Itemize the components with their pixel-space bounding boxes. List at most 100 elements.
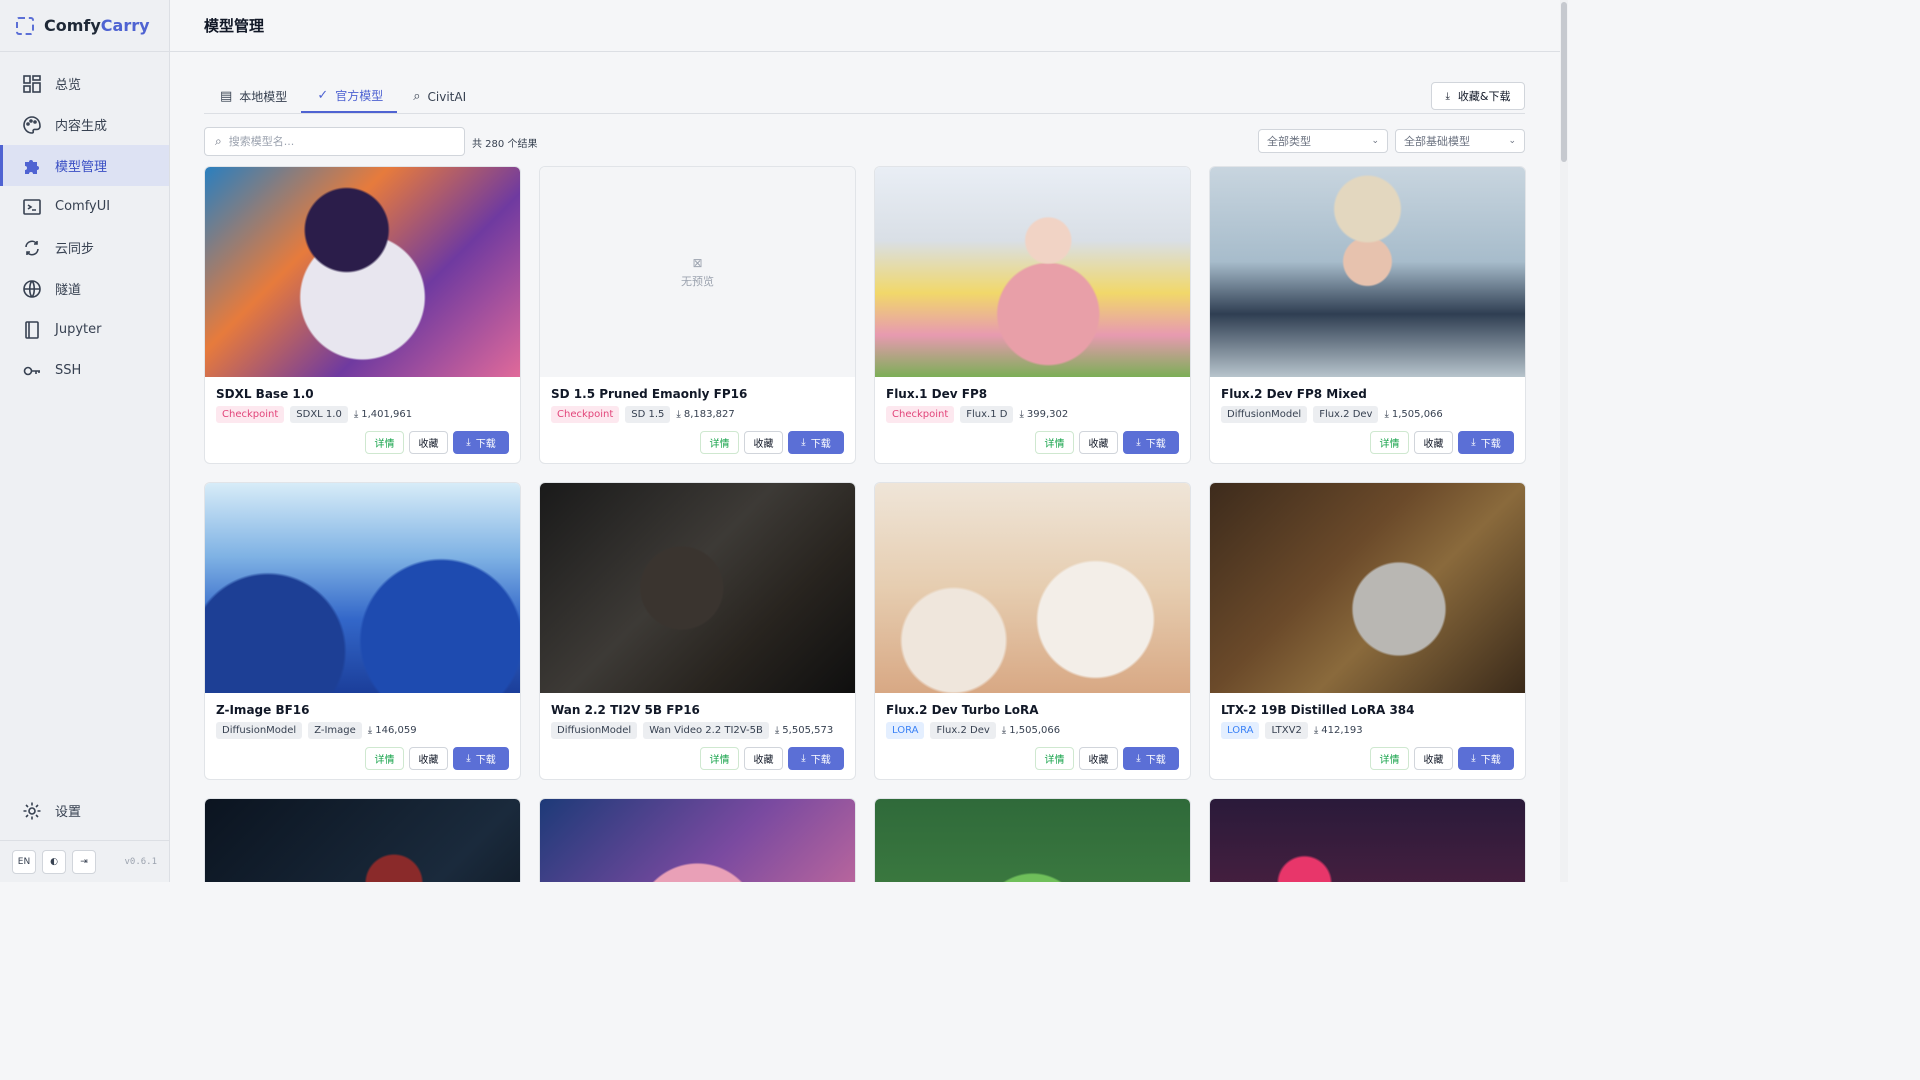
download-button[interactable]: ⤓ 下载: [788, 747, 844, 770]
language-toggle-button[interactable]: EN: [12, 849, 36, 874]
sidebar-item-tunnel[interactable]: 隧道: [0, 268, 169, 309]
download-icon: ⤓: [1001, 725, 1007, 736]
model-name: LTX-2 19B Distilled LoRA 384: [1221, 703, 1415, 717]
download-button[interactable]: ⤓ 下载: [453, 747, 509, 770]
model-tags: DiffusionModel Wan Video 2.2 TI2V-5B ⤓ 5,…: [551, 722, 833, 739]
model-preview-image[interactable]: [1210, 167, 1525, 377]
favorite-button[interactable]: 收藏: [1414, 747, 1453, 770]
model-preview-image[interactable]: [205, 483, 520, 693]
model-preview-image[interactable]: [875, 167, 1190, 377]
detail-button[interactable]: 详情: [700, 747, 739, 770]
model-name: Z-Image BF16: [216, 703, 310, 717]
sidebar-item-jupyter[interactable]: Jupyter: [0, 309, 169, 350]
sidebar-item-label: 云同步: [55, 242, 95, 257]
base-model-tag: Wan Video 2.2 TI2V-5B: [643, 722, 769, 739]
model-card[interactable]: LTX-2 19B Distilled LoRA 384 LORA LTXV2 …: [1209, 482, 1526, 780]
model-card[interactable]: ⊠ 无预览 SD 1.5 Pruned Emaonly FP16 Checkpo…: [539, 166, 856, 464]
detail-button[interactable]: 详情: [365, 747, 404, 770]
model-preview-image[interactable]: [205, 167, 520, 377]
model-source-tabs: ▤ 本地模型 ✓ 官方模型 ⌕ CivitAI: [204, 80, 1525, 114]
tab-local-models[interactable]: ▤ 本地模型: [204, 80, 301, 113]
favorite-download-button[interactable]: ⤓ 收藏&下载: [1431, 82, 1525, 110]
base-model-tag: Flux.1 D: [960, 406, 1014, 423]
model-card[interactable]: [874, 798, 1191, 882]
sidebar-item-overview[interactable]: 总览: [0, 63, 169, 104]
sidebar-item-comfyui[interactable]: ComfyUI: [0, 186, 169, 227]
model-preview-image[interactable]: [1210, 483, 1525, 693]
model-preview-image[interactable]: [540, 483, 855, 693]
model-preview-image[interactable]: [205, 799, 520, 882]
type-filter-select[interactable]: 全部类型 ⌄: [1258, 129, 1388, 153]
download-icon: ⤓: [1019, 409, 1024, 420]
model-preview-placeholder[interactable]: ⊠ 无预览: [540, 167, 855, 377]
base-model-tag: SDXL 1.0: [290, 406, 348, 423]
sidebar-item-label: 隧道: [55, 283, 82, 298]
model-tags: LORA LTXV2 ⤓ 412,193: [1221, 722, 1363, 739]
download-button[interactable]: ⤓ 下载: [1123, 747, 1179, 770]
model-card[interactable]: Flux.2 Dev FP8 Mixed DiffusionModel Flux…: [1209, 166, 1526, 464]
search-input[interactable]: [228, 135, 439, 148]
download-button[interactable]: ⤓ 下载: [1123, 431, 1179, 454]
theme-toggle-button[interactable]: ◐: [42, 849, 66, 874]
favorite-button[interactable]: 收藏: [1079, 431, 1118, 454]
favorite-button[interactable]: 收藏: [744, 431, 783, 454]
model-tags: Checkpoint SD 1.5 ⤓ 8,183,827: [551, 406, 735, 423]
download-count: ⤓ 1,505,066: [1001, 725, 1061, 736]
detail-button[interactable]: 详情: [365, 431, 404, 454]
model-preview-image[interactable]: [540, 799, 855, 882]
detail-button[interactable]: 详情: [1035, 431, 1074, 454]
favorite-button[interactable]: 收藏: [1079, 747, 1118, 770]
card-actions: 详情 收藏 ⤓ 下载: [1030, 747, 1179, 770]
sidebar-item-settings[interactable]: 设置: [0, 790, 169, 831]
download-icon: ⤓: [466, 437, 471, 448]
sidebar-item-ssh[interactable]: SSH: [0, 350, 169, 391]
download-icon: ⤓: [1384, 409, 1389, 420]
model-preview-image[interactable]: [1210, 799, 1525, 882]
download-count: ⤓ 399,302: [1019, 409, 1069, 420]
model-tags: DiffusionModel Z-Image ⤓ 146,059: [216, 722, 417, 739]
base-model-filter-select[interactable]: 全部基础模型 ⌄: [1395, 129, 1525, 153]
detail-button[interactable]: 详情: [700, 431, 739, 454]
search-icon: ⌕: [215, 134, 222, 148]
favorite-button[interactable]: 收藏: [1414, 431, 1453, 454]
sidebar-item-model-management[interactable]: 模型管理: [0, 145, 169, 186]
tab-official-models[interactable]: ✓ 官方模型: [301, 80, 398, 113]
brand[interactable]: ComfyCarry: [0, 0, 169, 52]
logout-button[interactable]: ⇥: [72, 849, 96, 874]
favorite-button[interactable]: 收藏: [409, 431, 448, 454]
model-card[interactable]: [539, 798, 856, 882]
scrollbar[interactable]: [1560, 0, 1568, 882]
sidebar-item-cloud-sync[interactable]: 云同步: [0, 227, 169, 268]
model-card[interactable]: Wan 2.2 TI2V 5B FP16 DiffusionModel Wan …: [539, 482, 856, 780]
sidebar-item-label: 总览: [55, 78, 82, 93]
detail-button[interactable]: 详情: [1370, 747, 1409, 770]
top-bar: 模型管理: [170, 0, 1560, 52]
model-preview-image[interactable]: [875, 483, 1190, 693]
tab-civitai[interactable]: ⌕ CivitAI: [397, 80, 480, 113]
model-card[interactable]: [1209, 798, 1526, 882]
detail-button[interactable]: 详情: [1370, 431, 1409, 454]
download-button[interactable]: ⤓ 下载: [453, 431, 509, 454]
search-box: ⌕: [204, 127, 465, 156]
model-card[interactable]: SDXL Base 1.0 Checkpoint SDXL 1.0 ⤓ 1,401…: [204, 166, 521, 464]
download-icon: ⤓: [1471, 753, 1476, 764]
detail-button[interactable]: 详情: [1035, 747, 1074, 770]
download-button[interactable]: ⤓ 下载: [1458, 431, 1514, 454]
archive-icon: ▤: [220, 89, 233, 104]
download-button[interactable]: ⤓ 下载: [788, 431, 844, 454]
download-button[interactable]: ⤓ 下载: [1458, 747, 1514, 770]
base-model-tag: LTXV2: [1265, 722, 1308, 739]
favorite-button[interactable]: 收藏: [744, 747, 783, 770]
favorite-button[interactable]: 收藏: [409, 747, 448, 770]
model-card[interactable]: Z-Image BF16 DiffusionModel Z-Image ⤓ 146…: [204, 482, 521, 780]
sidebar-item-content-gen[interactable]: 内容生成: [0, 104, 169, 145]
model-card[interactable]: [204, 798, 521, 882]
model-preview-image[interactable]: [875, 799, 1190, 882]
contrast-icon: ◐: [50, 856, 58, 867]
model-type-tag: LORA: [1221, 722, 1260, 739]
model-card[interactable]: Flux.2 Dev Turbo LoRA LORA Flux.2 Dev ⤓ 1…: [874, 482, 1191, 780]
model-tags: DiffusionModel Flux.2 Dev ⤓ 1,505,066: [1221, 406, 1443, 423]
terminal-icon: [22, 197, 42, 217]
scrollbar-thumb[interactable]: [1561, 2, 1567, 162]
model-card[interactable]: Flux.1 Dev FP8 Checkpoint Flux.1 D ⤓ 399,…: [874, 166, 1191, 464]
